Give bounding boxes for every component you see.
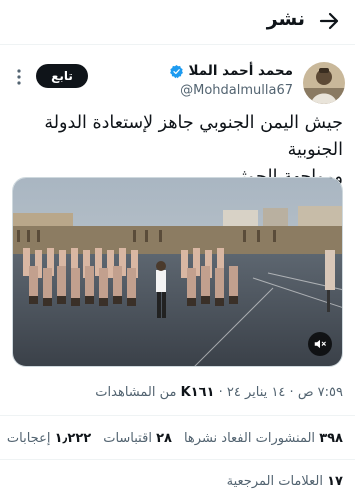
bookmarks-stat[interactable]: ١٧ العلامات المرجعية <box>227 474 343 489</box>
top-bar: نشر <box>0 0 355 44</box>
author-name[interactable]: محمد أحمد الملا <box>169 63 293 79</box>
reposts-label: المنشورات الفعاد نشرها <box>183 431 316 446</box>
likes-label: إعجابات <box>6 431 51 446</box>
views-label: من المشاهدات <box>95 385 177 400</box>
bookmarks-count: ١٧ <box>327 474 343 489</box>
tweet-video[interactable] <box>12 177 343 367</box>
meta-divider <box>0 415 355 416</box>
more-dots-icon[interactable] <box>10 68 28 86</box>
tweet-time: ٧:٥٩ ص <box>297 385 343 400</box>
page-title: نشر <box>266 8 305 30</box>
mute-button[interactable] <box>308 332 332 356</box>
verified-badge-icon <box>170 64 184 78</box>
meta-separator: · <box>214 385 223 400</box>
quotes-stat[interactable]: ٢٨ اقتباسات <box>103 431 172 446</box>
tweet-text-line: جيش اليمن الجنوبي جاهز لإستعادة الدولة ا… <box>44 113 343 160</box>
speaker-muted-icon <box>314 339 326 349</box>
likes-count: ١٫٢٢٢ <box>54 431 92 446</box>
likes-stat[interactable]: ١٫٢٢٢ إعجابات <box>7 431 91 446</box>
header-divider <box>0 44 355 45</box>
meta-separator: · <box>285 385 294 400</box>
tweet-date: ١٤ يناير ٢٤ <box>226 385 286 400</box>
author-handle[interactable]: @Mohdalmulla67 <box>180 83 293 98</box>
engagement-stats: ٣٩٨ المنشورات الفعاد نشرها ٢٨ اقتباسات ١… <box>7 431 343 446</box>
quotes-label: اقتباسات <box>103 431 152 446</box>
views-count[interactable]: K١٦١ <box>181 385 215 400</box>
author-display-name: محمد أحمد الملا <box>188 63 293 79</box>
tweet-meta: ٧:٥٩ ص · ١٤ يناير ٢٤ · K١٦١ من المشاهدات <box>95 385 343 400</box>
follow-button[interactable]: تابع <box>36 64 88 88</box>
reposts-stat[interactable]: ٣٩٨ المنشورات الفعاد نشرها <box>184 431 343 446</box>
bookmarks-label: العلامات المرجعية <box>226 474 323 489</box>
reposts-count: ٣٩٨ <box>319 431 343 446</box>
avatar[interactable] <box>303 62 345 104</box>
stats-divider <box>0 459 355 460</box>
quotes-count: ٢٨ <box>156 431 172 446</box>
back-arrow-icon[interactable] <box>317 9 341 33</box>
video-frame <box>13 178 342 366</box>
